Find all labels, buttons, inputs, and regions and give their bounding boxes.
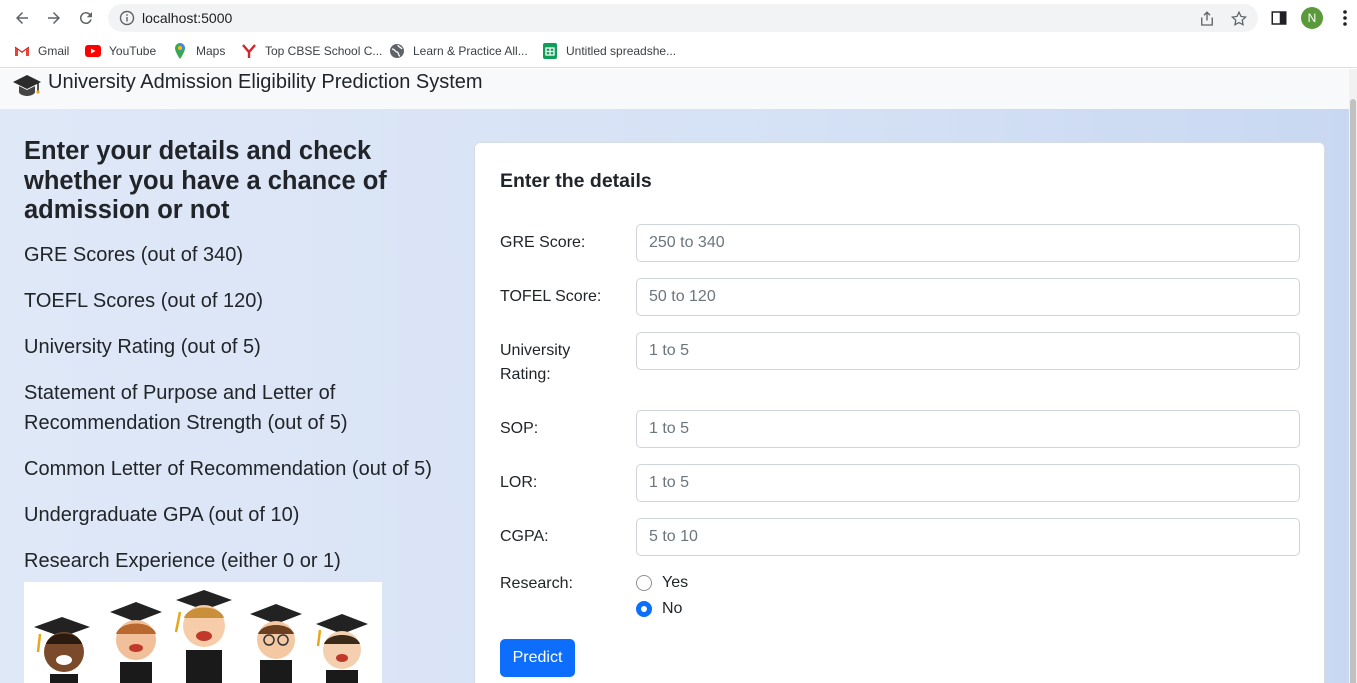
url-text: localhost:5000: [142, 10, 233, 26]
back-button[interactable]: [10, 6, 34, 30]
reload-icon: [79, 12, 92, 25]
lor-label: LOR:: [500, 474, 538, 491]
criteria-item: University Rating (out of 5): [24, 335, 261, 358]
graduates-image: [34, 590, 368, 683]
bookmark-label: Learn & Practice All...: [413, 44, 528, 58]
school-icon: [241, 43, 257, 59]
graduation-cap-icon: [13, 75, 41, 96]
university-rating-label: University Rating:: [500, 342, 571, 383]
reload-button[interactable]: [74, 6, 98, 30]
gmail-icon: [14, 43, 30, 59]
criteria-item: GRE Scores (out of 340): [24, 243, 243, 266]
forward-button[interactable]: [42, 6, 66, 30]
forward-arrow-icon: [48, 12, 60, 24]
radio-label: No: [662, 600, 683, 617]
cgpa-input[interactable]: [636, 518, 1300, 556]
lor-input[interactable]: [636, 464, 1300, 502]
radio-label: Yes: [662, 574, 689, 591]
criteria-list: GRE Scores (out of 340) TOEFL Scores (ou…: [24, 240, 454, 576]
cgpa-label: CGPA:: [500, 528, 549, 545]
youtube-icon: [85, 43, 101, 59]
details-form-card: Enter the details GRE Score: TOFEL Score…: [474, 142, 1325, 683]
side-panel-icon[interactable]: [1270, 9, 1288, 27]
app-navbar: University Admission Eligibility Predict…: [0, 69, 1349, 109]
gre-score-input[interactable]: [636, 224, 1300, 262]
tofel-label: TOFEL Score:: [500, 288, 602, 305]
research-yes-option[interactable]: Yes: [636, 574, 688, 592]
graduates-illustration: [24, 582, 382, 683]
bookmark-label: Untitled spreadshe...: [566, 44, 677, 58]
sop-input[interactable]: [636, 410, 1300, 448]
address-bar[interactable]: localhost:5000: [108, 4, 1258, 32]
sheets-icon: [542, 43, 558, 59]
university-rating-input[interactable]: [636, 332, 1300, 370]
bookmark-learn[interactable]: Learn & Practice All...: [389, 41, 528, 61]
site-info-icon[interactable]: [119, 10, 135, 26]
browser-toolbar: localhost:5000 N: [0, 0, 1357, 36]
bookmark-maps[interactable]: Maps: [172, 41, 225, 61]
research-yes-radio[interactable]: [636, 575, 652, 591]
sop-label: SOP:: [500, 420, 539, 437]
criteria-item: Research Experience (either 0 or 1): [24, 549, 341, 572]
bookmark-gmail[interactable]: Gmail: [14, 41, 69, 61]
criteria-item: Undergraduate GPA (out of 10): [24, 503, 300, 526]
page-scrollbar[interactable]: [1349, 69, 1357, 683]
intro-heading: Enter your details and check whether you…: [24, 137, 387, 224]
criteria-item: Statement of Purpose and Letter of Recom…: [24, 381, 348, 434]
bookmark-label: YouTube: [109, 44, 157, 58]
bookmarks-bar: Gmail YouTube Maps Top CBSE School C... …: [0, 36, 1357, 68]
page-content: University Admission Eligibility Predict…: [0, 69, 1349, 683]
criteria-item: TOEFL Scores (out of 120): [24, 289, 263, 312]
gre-label: GRE Score:: [500, 234, 586, 251]
bookmark-youtube[interactable]: YouTube: [85, 41, 156, 61]
bookmark-label: Maps: [196, 44, 226, 58]
bookmark-cbse[interactable]: Top CBSE School C...: [241, 41, 382, 61]
predict-button[interactable]: Predict: [500, 639, 575, 677]
bookmark-label: Gmail: [38, 44, 70, 58]
app-title[interactable]: University Admission Eligibility Predict…: [48, 71, 483, 94]
intro-section: Enter your details and check whether you…: [24, 137, 454, 592]
bookmark-star-icon[interactable]: [1230, 10, 1248, 28]
research-label: Research:: [500, 575, 573, 592]
scrollbar-thumb[interactable]: [1350, 99, 1356, 683]
bookmark-label: Top CBSE School C...: [265, 44, 383, 58]
tofel-score-input[interactable]: [636, 278, 1300, 316]
profile-avatar[interactable]: N: [1301, 7, 1323, 29]
research-no-option[interactable]: No: [636, 600, 682, 618]
criteria-item: Common Letter of Recommendation (out of …: [24, 457, 432, 480]
globe-icon: [389, 43, 405, 59]
back-arrow-icon: [16, 12, 28, 24]
bookmark-spreadsheet[interactable]: Untitled spreadshe...: [542, 41, 676, 61]
maps-icon: [172, 43, 188, 59]
share-icon[interactable]: [1198, 10, 1216, 28]
research-no-radio[interactable]: [636, 601, 652, 617]
more-menu-icon[interactable]: [1338, 9, 1352, 27]
form-title: Enter the details: [500, 170, 652, 192]
